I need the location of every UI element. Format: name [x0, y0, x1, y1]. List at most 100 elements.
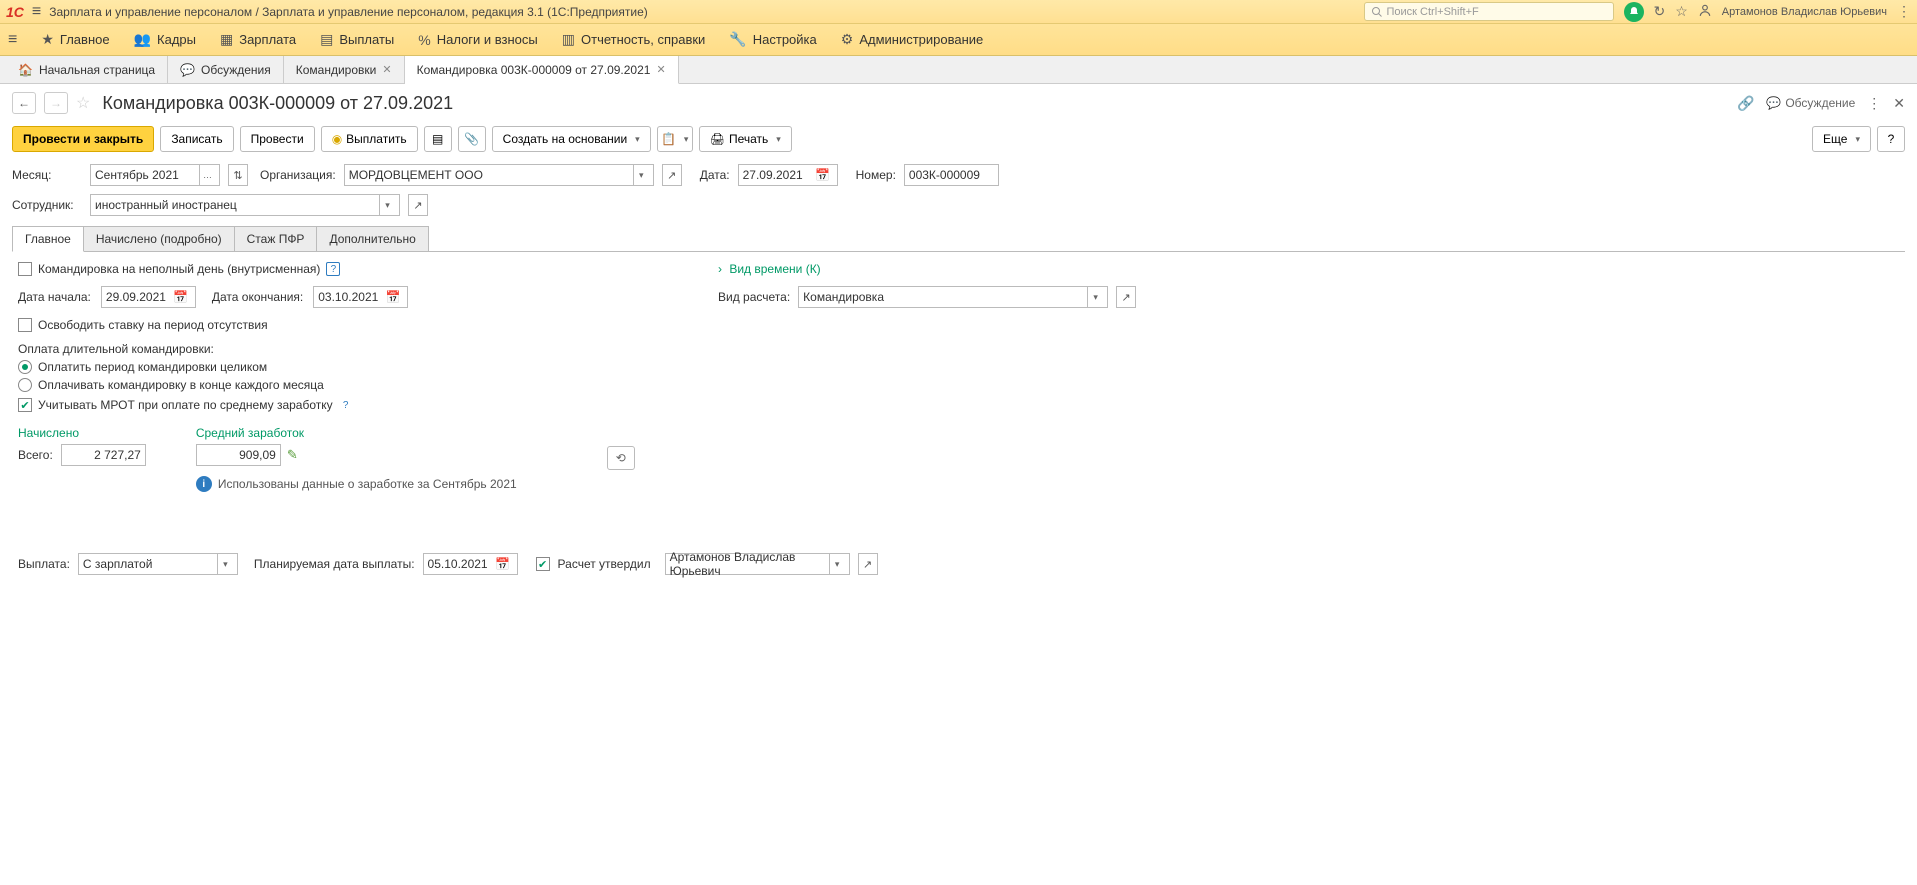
- favorite-icon[interactable]: ☆: [76, 93, 90, 113]
- chevron-down-icon[interactable]: ▾: [633, 165, 649, 185]
- close-icon[interactable]: ✕: [1893, 95, 1905, 112]
- bell-icon[interactable]: [1624, 2, 1644, 22]
- subtab-main[interactable]: Главное: [12, 226, 84, 252]
- avg-field[interactable]: 909,09: [196, 444, 281, 466]
- tab-discussions-label: Обсуждения: [201, 63, 271, 77]
- pay-button[interactable]: ◉Выплатить: [321, 126, 418, 152]
- employee-field[interactable]: иностранный иностранец▾: [90, 194, 400, 216]
- chevron-down-icon[interactable]: ▾: [217, 554, 233, 574]
- month-spinner[interactable]: ⇅: [228, 164, 248, 186]
- close-icon[interactable]: ✕: [382, 63, 391, 76]
- end-date-field[interactable]: 03.10.2021📅: [313, 286, 408, 308]
- payment-field[interactable]: С зарплатой▾: [78, 553, 238, 575]
- back-button[interactable]: ←: [12, 92, 36, 114]
- radio-monthly[interactable]: [18, 378, 32, 392]
- calendar-icon[interactable]: 📅: [813, 168, 833, 182]
- history-icon[interactable]: ↻: [1654, 3, 1666, 20]
- more-button[interactable]: Еще: [1812, 126, 1871, 152]
- help-button[interactable]: ?: [1877, 126, 1905, 152]
- partial-day-label: Командировка на неполный день (внутрисме…: [38, 262, 320, 276]
- org-open-button[interactable]: ↗: [662, 164, 682, 186]
- print-button[interactable]: 🖨Печать: [699, 126, 792, 152]
- form-row-2: Сотрудник: иностранный иностранец▾ ↗: [0, 192, 1917, 218]
- start-date-field[interactable]: 29.09.2021📅: [101, 286, 196, 308]
- accrued-section-label: Начислено: [18, 426, 146, 440]
- radio-whole[interactable]: [18, 360, 32, 374]
- menu-otchet[interactable]: ▥Отчетность, справки: [562, 31, 706, 48]
- chevron-down-icon[interactable]: ▾: [1087, 287, 1103, 307]
- number-label: Номер:: [856, 168, 896, 182]
- tab-home[interactable]: 🏠Начальная страница: [6, 56, 168, 83]
- calendar-icon[interactable]: 📅: [171, 290, 191, 304]
- calendar-icon[interactable]: 📅: [383, 290, 403, 304]
- number-field[interactable]: 003К-000009: [904, 164, 999, 186]
- calc-type-open-button[interactable]: ↗: [1116, 286, 1136, 308]
- post-button[interactable]: Провести: [240, 126, 315, 152]
- copy-button[interactable]: 📋: [657, 126, 693, 152]
- menu-kadry[interactable]: 👥Кадры: [134, 31, 196, 48]
- date-field[interactable]: 27.09.2021📅: [738, 164, 838, 186]
- close-icon[interactable]: ✕: [656, 63, 665, 76]
- start-date-value: 29.09.2021: [106, 290, 171, 304]
- month-value: Сентябрь 2021: [95, 168, 199, 182]
- total-field[interactable]: 2 727,27: [61, 444, 146, 466]
- post-close-button[interactable]: Провести и закрыть: [12, 126, 154, 152]
- help-icon[interactable]: ?: [326, 262, 340, 276]
- subtab-pfr[interactable]: Стаж ПФР: [234, 226, 318, 252]
- create-basis-button[interactable]: Создать на основании: [492, 126, 651, 152]
- tab-discussions[interactable]: 💬Обсуждения: [168, 56, 284, 83]
- approved-checkbox[interactable]: [536, 557, 550, 571]
- pencil-icon[interactable]: ✎: [287, 447, 298, 463]
- calendar-icon[interactable]: 📅: [493, 557, 513, 571]
- partial-day-checkbox[interactable]: [18, 262, 32, 276]
- mrot-checkbox[interactable]: [18, 398, 32, 412]
- link-icon[interactable]: 🔗: [1737, 95, 1754, 112]
- tab-trips-label: Командировки: [296, 63, 377, 77]
- approved-by-field[interactable]: Артамонов Владислав Юрьевич▾: [665, 553, 850, 575]
- planned-date-value: 05.10.2021: [428, 557, 493, 571]
- employee-open-button[interactable]: ↗: [408, 194, 428, 216]
- org-field[interactable]: МОРДОВЦЕМЕНТ ООО▾: [344, 164, 654, 186]
- search-input[interactable]: Поиск Ctrl+Shift+F: [1364, 2, 1614, 21]
- star-icon[interactable]: ☆: [1675, 3, 1688, 20]
- chevron-right-icon: ›: [718, 262, 722, 276]
- menu-nalogi[interactable]: %Налоги и взносы: [418, 32, 538, 48]
- calc-type-field[interactable]: Командировка▾: [798, 286, 1108, 308]
- ellipsis-icon[interactable]: …: [199, 165, 215, 185]
- month-field[interactable]: Сентябрь 2021…: [90, 164, 220, 186]
- menu-admin[interactable]: ⚙Администрирование: [841, 31, 984, 48]
- menu-right-icon[interactable]: ⋮: [1897, 3, 1911, 20]
- menu-zarplata[interactable]: ▦Зарплата: [220, 31, 296, 48]
- help-icon[interactable]: ?: [339, 398, 353, 412]
- user-name[interactable]: Артамонов Владислав Юрьевич: [1722, 6, 1887, 18]
- menu-main[interactable]: ★Главное: [41, 31, 109, 48]
- list-button[interactable]: ▤: [424, 126, 452, 152]
- time-type-link[interactable]: Вид времени (К): [729, 262, 820, 276]
- chevron-down-icon[interactable]: ▾: [829, 554, 845, 574]
- discussion-label: Обсуждение: [1785, 96, 1855, 110]
- menu-nastroika[interactable]: 🔧Настройка: [729, 31, 816, 48]
- menubar-hamburger-icon[interactable]: ≡: [8, 31, 17, 49]
- user-icon[interactable]: [1698, 3, 1712, 20]
- free-rate-checkbox[interactable]: [18, 318, 32, 332]
- payment-value: С зарплатой: [83, 557, 217, 571]
- kebab-icon[interactable]: ⋮: [1867, 95, 1881, 112]
- menu-vyplaty[interactable]: ▤Выплаты: [320, 31, 394, 48]
- org-label: Организация:: [260, 168, 336, 182]
- people-icon: 👥: [134, 31, 151, 48]
- forward-button[interactable]: →: [44, 92, 68, 114]
- date-value: 27.09.2021: [743, 168, 813, 182]
- chevron-down-icon[interactable]: ▾: [379, 195, 395, 215]
- subtab-additional[interactable]: Дополнительно: [316, 226, 428, 252]
- discussion-button[interactable]: 💬Обсуждение: [1766, 96, 1855, 110]
- planned-date-field[interactable]: 05.10.2021📅: [423, 553, 518, 575]
- approved-by-open-button[interactable]: ↗: [858, 553, 878, 575]
- tab-trip-doc[interactable]: Командировка 003К-000009 от 27.09.2021✕: [405, 56, 679, 84]
- attach-button[interactable]: 📎: [458, 126, 486, 152]
- tab-trips[interactable]: Командировки ✕: [284, 56, 405, 83]
- subtab-accrued[interactable]: Начислено (подробно): [83, 226, 235, 252]
- refresh-button[interactable]: ⟲: [607, 446, 635, 470]
- hamburger-icon[interactable]: ≡: [32, 3, 41, 21]
- org-value: МОРДОВЦЕМЕНТ ООО: [349, 168, 633, 182]
- write-button[interactable]: Записать: [160, 126, 233, 152]
